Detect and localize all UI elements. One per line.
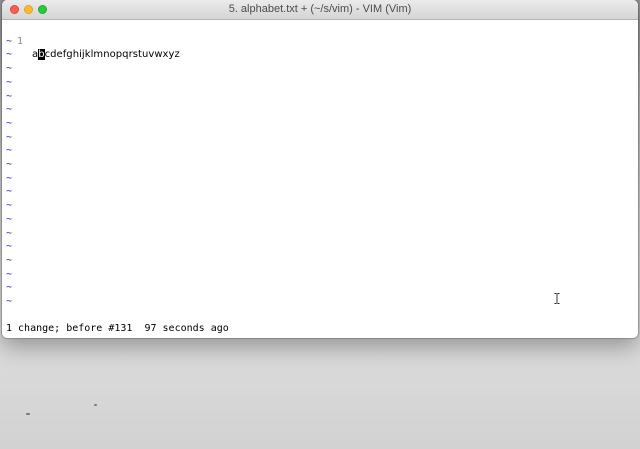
empty-line-marker: ~ bbox=[6, 241, 13, 253]
empty-line-marker: ~ bbox=[6, 213, 13, 225]
window-title: 5. alphabet.txt + (~/s/vim) - VIM (Vim) bbox=[228, 3, 412, 15]
empty-line-marker: ~ bbox=[6, 172, 13, 184]
empty-line-marker: ~ bbox=[6, 296, 13, 307]
empty-line: ~ bbox=[2, 76, 638, 90]
empty-line-marker: ~ bbox=[6, 145, 13, 157]
empty-line-marker: ~ bbox=[6, 76, 13, 88]
window-titlebar[interactable]: 5. alphabet.txt + (~/s/vim) - VIM (Vim) bbox=[2, 0, 638, 20]
empty-line-marker: ~ bbox=[6, 117, 13, 129]
empty-line: ~ bbox=[2, 48, 638, 62]
empty-line: ~ bbox=[2, 199, 638, 213]
desktop-speck bbox=[94, 404, 97, 406]
vim-window[interactable]: 5. alphabet.txt + (~/s/vim) - VIM (Vim) … bbox=[2, 0, 638, 338]
empty-line: ~ bbox=[2, 90, 638, 104]
empty-line: ~ bbox=[2, 144, 638, 158]
empty-line-marker: ~ bbox=[6, 131, 13, 143]
empty-line: ~ bbox=[2, 158, 638, 172]
empty-line: ~ bbox=[2, 62, 638, 76]
empty-line: ~ bbox=[2, 240, 638, 254]
command-line-message: 1 change; before #131 97 seconds ago bbox=[6, 323, 229, 334]
empty-line-marker: ~ bbox=[6, 227, 13, 239]
buffer-line[interactable]: 1 abcdefghijklmnopqrstuvwxyz bbox=[2, 21, 638, 61]
empty-line-marker: ~ bbox=[6, 63, 13, 75]
empty-line-marker: ~ bbox=[6, 200, 13, 212]
empty-line-marker: ~ bbox=[6, 49, 13, 61]
empty-line: ~ bbox=[2, 254, 638, 268]
empty-line-marker: ~ bbox=[6, 254, 13, 266]
empty-line-marker: ~ bbox=[6, 159, 13, 170]
empty-line: ~ bbox=[2, 117, 638, 131]
empty-line-marker: ~ bbox=[6, 35, 13, 47]
desktop-speck bbox=[26, 413, 30, 415]
empty-line: ~ bbox=[2, 295, 638, 309]
empty-line: ~ bbox=[2, 213, 638, 227]
empty-line-marker: ~ bbox=[6, 90, 13, 102]
empty-line: ~ bbox=[2, 35, 638, 49]
editor-area[interactable]: 1 abcdefghijklmnopqrstuvwxyz ~ ~ ~ ~ ~ ~ ~ ~ ~ ~ ~… bbox=[2, 21, 638, 338]
empty-line: ~ bbox=[2, 268, 638, 282]
ibeam-cursor-icon bbox=[554, 293, 560, 304]
empty-line-marker: ~ bbox=[6, 104, 13, 116]
empty-line: ~ bbox=[2, 227, 638, 241]
empty-line-marker: ~ bbox=[6, 268, 13, 280]
empty-line: ~ bbox=[2, 185, 638, 199]
empty-line: ~ bbox=[2, 131, 638, 145]
empty-line-marker: ~ bbox=[6, 186, 13, 198]
empty-line: ~ bbox=[2, 281, 638, 295]
empty-line: ~ bbox=[2, 172, 638, 186]
empty-line-marker: ~ bbox=[6, 282, 13, 294]
empty-line: ~ bbox=[2, 103, 638, 117]
